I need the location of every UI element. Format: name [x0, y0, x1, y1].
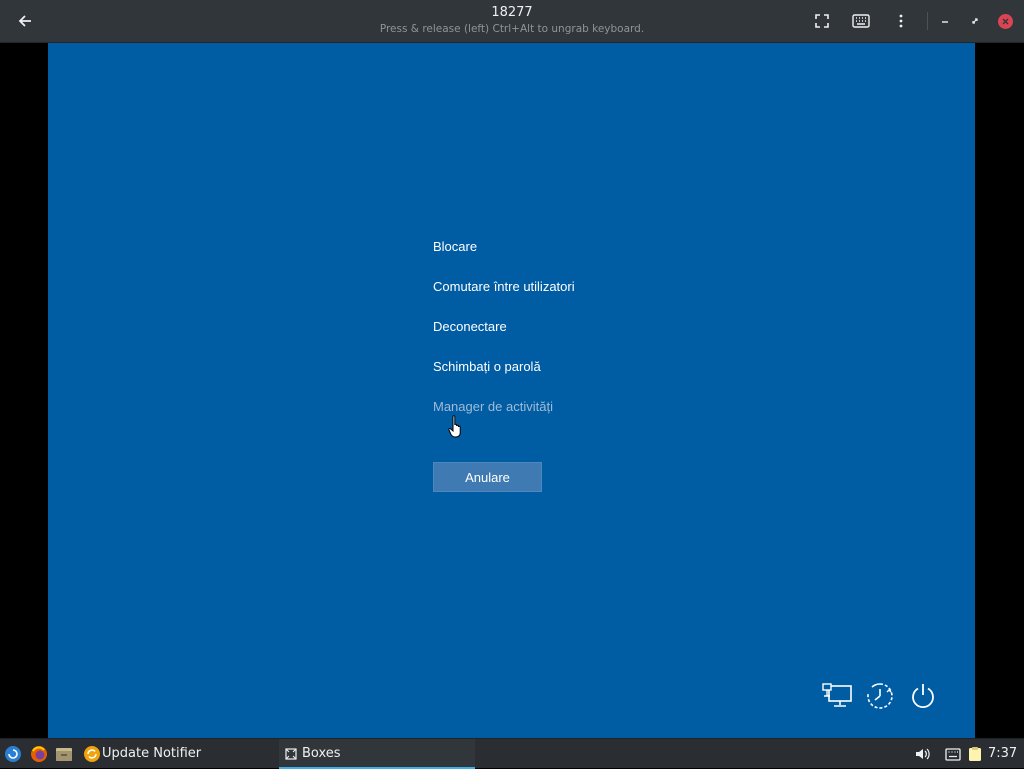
close-button[interactable] [990, 6, 1020, 36]
taskbar: Update Notifier Boxes 7:37 [0, 738, 1024, 769]
clipboard-icon[interactable] [965, 744, 985, 764]
vm-display[interactable]: Blocare Comutare între utilizatori Decon… [48, 43, 975, 738]
keyboard-layout-icon[interactable] [943, 744, 963, 764]
option-change-password[interactable]: Schimbați o parolă [433, 359, 541, 375]
window-title: 18277 [491, 5, 533, 20]
keyboard-icon[interactable] [846, 6, 876, 36]
ease-of-access-icon[interactable] [862, 679, 898, 713]
start-menu-icon[interactable] [3, 744, 23, 764]
update-notifier-icon[interactable] [82, 744, 102, 764]
option-switch-user[interactable]: Comutare între utilizatori [433, 279, 575, 295]
headerbar-separator [927, 12, 928, 30]
window-subtitle: Press & release (left) Ctrl+Alt to ungra… [379, 23, 645, 35]
power-icon[interactable] [905, 679, 941, 713]
option-sign-out[interactable]: Deconectare [433, 319, 507, 335]
firefox-icon[interactable] [29, 744, 49, 764]
option-task-manager[interactable]: Manager de activități [433, 399, 553, 415]
kebab-menu-icon[interactable] [886, 6, 916, 36]
close-icon [997, 13, 1013, 29]
boxes-task[interactable]: Boxes [279, 739, 475, 769]
restore-icon[interactable] [960, 6, 990, 36]
volume-icon[interactable] [913, 744, 933, 764]
back-arrow-icon[interactable] [10, 6, 40, 36]
window-headerbar: 18277 Press & release (left) Ctrl+Alt to… [0, 0, 1024, 43]
boxes-task-label: Boxes [302, 746, 341, 761]
file-manager-icon[interactable] [54, 744, 74, 764]
network-icon[interactable] [819, 679, 855, 713]
hand-cursor-icon [448, 414, 464, 438]
boxes-app-icon [283, 744, 299, 764]
clock[interactable]: 7:37 [988, 739, 1017, 769]
cancel-button[interactable]: Anulare [433, 462, 542, 492]
option-lock[interactable]: Blocare [433, 239, 477, 255]
update-notifier-task[interactable]: Update Notifier [102, 739, 201, 769]
minimize-icon[interactable] [930, 6, 960, 36]
fullscreen-icon[interactable] [807, 6, 837, 36]
